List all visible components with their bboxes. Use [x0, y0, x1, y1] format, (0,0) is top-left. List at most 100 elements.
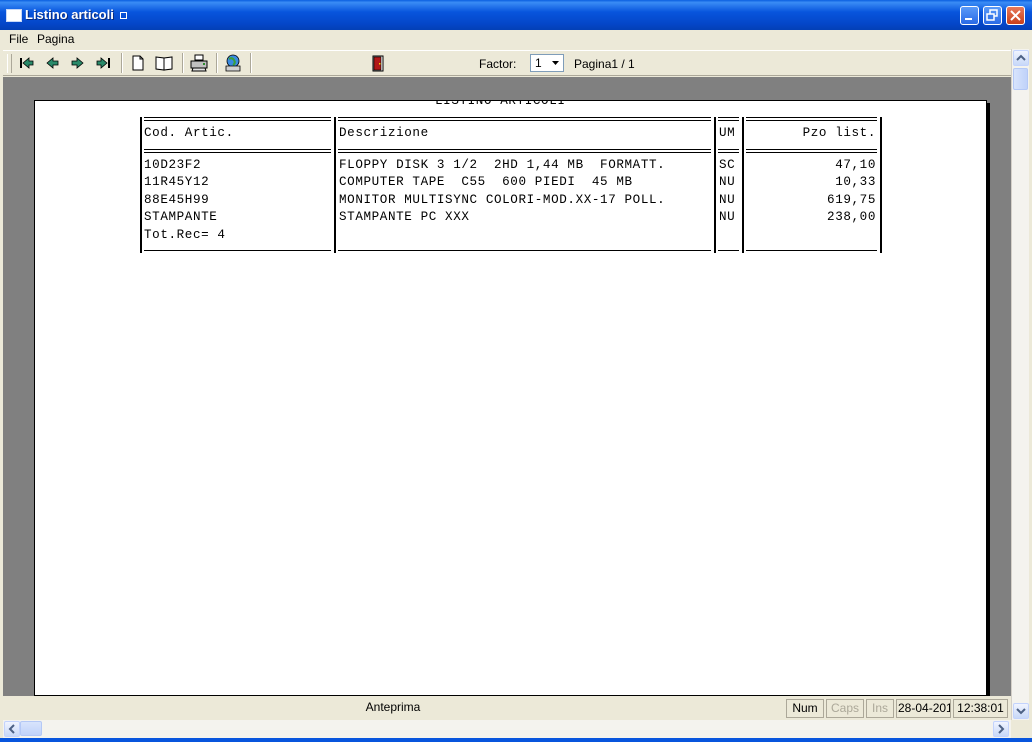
header-rule [718, 152, 739, 153]
toolbar-grip[interactable] [7, 54, 12, 73]
header-rule [144, 152, 331, 153]
minimize-button[interactable] [960, 6, 979, 25]
status-date: 28-04-2016 [896, 699, 951, 718]
two-pages-button[interactable] [153, 52, 175, 74]
cell-price: 238,00 [827, 210, 876, 224]
factor-value: 1 [535, 56, 542, 70]
print-button[interactable] [188, 52, 210, 74]
two-pages-icon [155, 56, 173, 71]
menu-bar: File Pagina [0, 30, 1032, 49]
header-rule [718, 149, 739, 150]
report-title: LISTINO ARTICOLI [435, 100, 566, 108]
cell-code: 88E45H99 [144, 193, 210, 207]
vertical-scrollbar[interactable] [1011, 49, 1029, 720]
header-rule [718, 117, 739, 118]
footer-rule [746, 250, 877, 251]
table-border [140, 117, 142, 253]
menu-pagina[interactable]: Pagina [37, 32, 74, 46]
header-rule [338, 152, 711, 153]
toolbar-separator [216, 53, 218, 73]
header-rule [746, 120, 877, 121]
chevron-left-icon [8, 724, 15, 734]
chevron-down-icon [1016, 708, 1026, 715]
horizontal-scrollbar[interactable] [3, 720, 1011, 738]
close-icon [1010, 10, 1021, 21]
header-rule [144, 120, 331, 121]
menu-file[interactable]: File [9, 32, 28, 46]
footer-rule [144, 250, 331, 251]
page-indicator: Pagina1 / 1 [574, 57, 635, 71]
toolbar-separator [182, 53, 184, 73]
status-bar: Anteprima Num Caps Ins 28-04-2016 12:38:… [0, 697, 1011, 720]
printer-icon [190, 54, 208, 72]
scroll-right-button[interactable] [993, 721, 1009, 737]
toolbar: Factor: 1 Pagina1 / 1 [3, 50, 1011, 76]
report-page: LISTINO ARTICOLI Cod. Artic. Descrizione… [34, 100, 987, 696]
header-rule [338, 117, 711, 118]
column-header-description: Descrizione [339, 126, 429, 140]
toolbar-separator [121, 53, 123, 73]
export-button[interactable] [222, 52, 244, 74]
footer-rule [338, 250, 711, 251]
cell-um: SC [719, 158, 736, 172]
header-rule [746, 149, 877, 150]
last-page-icon [96, 57, 110, 69]
cell-um: NU [719, 210, 736, 224]
chevron-down-icon [552, 61, 559, 65]
record-total: Tot.Rec= 4 [144, 228, 226, 242]
cell-price: 47,10 [835, 158, 876, 172]
table-border [714, 117, 716, 253]
chevron-up-icon [1016, 54, 1026, 61]
restore-button[interactable] [983, 6, 1002, 25]
single-page-button[interactable] [127, 52, 149, 74]
exit-door-icon [372, 55, 384, 72]
header-rule [746, 152, 877, 153]
export-globe-icon [225, 54, 241, 72]
next-page-icon [71, 57, 84, 69]
status-ins: Ins [866, 699, 894, 718]
horizontal-scroll-thumb[interactable] [20, 721, 42, 736]
factor-label: Factor: [479, 57, 517, 71]
exit-button[interactable] [367, 52, 389, 74]
cell-description: STAMPANTE PC XXX [339, 210, 470, 224]
factor-select[interactable]: 1 [530, 54, 564, 72]
close-button[interactable] [1006, 6, 1025, 25]
cell-um: NU [719, 193, 736, 207]
status-num: Num [786, 699, 824, 718]
header-rule [746, 117, 877, 118]
preview-area[interactable]: LISTINO ARTICOLI Cod. Artic. Descrizione… [3, 77, 1011, 696]
previous-page-button[interactable] [41, 52, 63, 74]
column-header-code: Cod. Artic. [144, 126, 234, 140]
table-border [880, 117, 882, 253]
header-rule [144, 149, 331, 150]
scroll-left-button[interactable] [4, 721, 20, 737]
header-rule [144, 117, 331, 118]
cell-description: COMPUTER TAPE C55 600 PIEDI 45 MB [339, 175, 633, 189]
status-caps: Caps [826, 699, 864, 718]
status-time: 12:38:01 [953, 699, 1008, 718]
window-icon[interactable] [6, 9, 22, 22]
factor-dropdown-button[interactable] [548, 55, 563, 71]
cell-code: 10D23F2 [144, 158, 202, 172]
cell-description: FLOPPY DISK 3 1/2 2HD 1,44 MB FORMATT. [339, 158, 666, 172]
vertical-scroll-thumb[interactable] [1013, 68, 1028, 90]
table-border [334, 117, 336, 253]
cell-price: 619,75 [827, 193, 876, 207]
cell-um: NU [719, 175, 736, 189]
cell-code: 11R45Y12 [144, 175, 210, 189]
app-window: Listino articoli File Pagina Factor: 1 P… [0, 0, 1032, 742]
title-bar[interactable]: Listino articoli [0, 0, 1032, 30]
header-rule [718, 120, 739, 121]
last-page-button[interactable] [93, 52, 115, 74]
minimize-icon [965, 18, 972, 20]
chevron-right-icon [998, 724, 1005, 734]
window-bottom-border [0, 738, 1032, 742]
first-page-button[interactable] [15, 52, 37, 74]
next-page-button[interactable] [67, 52, 89, 74]
scroll-up-button[interactable] [1013, 50, 1029, 66]
status-main: Anteprima [365, 700, 421, 714]
scroll-down-button[interactable] [1013, 703, 1029, 719]
single-page-icon [132, 55, 144, 71]
window-title: Listino articoli [25, 7, 114, 22]
footer-rule [718, 250, 739, 251]
